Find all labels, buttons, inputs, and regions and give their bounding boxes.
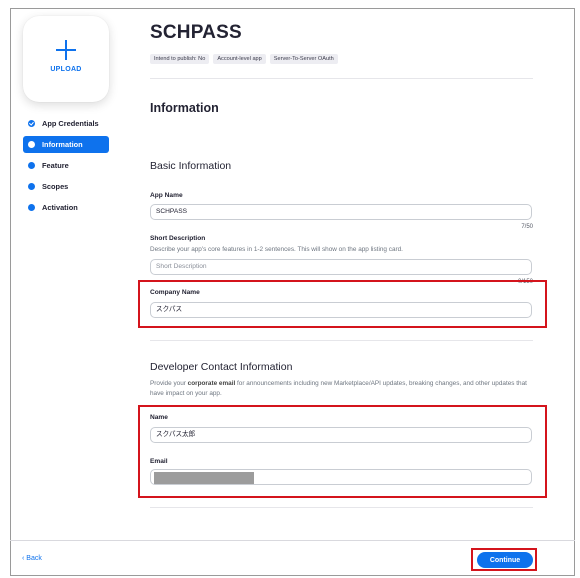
tag-publish: Intend to publish: No	[150, 54, 210, 64]
short-description-hint: Describe your app's core features in 1-2…	[150, 246, 403, 253]
header-divider	[150, 78, 533, 79]
circle-icon	[28, 162, 35, 169]
tag-account-level: Account-level app	[213, 54, 266, 64]
contact-email-label: Email	[150, 458, 168, 465]
chevron-left-icon: ‹	[22, 555, 25, 562]
plus-icon	[56, 39, 76, 60]
company-name-input[interactable]: スクパス	[150, 302, 532, 318]
app-frame: UPLOAD App Credentials Information Featu…	[10, 8, 575, 576]
circle-icon	[28, 141, 35, 148]
app-title: SCHPASS	[150, 22, 242, 43]
bottom-divider	[150, 507, 533, 508]
sidebar-item-label: Scopes	[42, 182, 69, 191]
contact-name-input[interactable]: スクパス太郎	[150, 427, 532, 443]
sidebar-nav: App Credentials Information Feature Scop…	[23, 115, 109, 220]
app-name-counter: 7/50	[521, 224, 533, 230]
tag-oauth-type: Server-To-Server OAuth	[269, 54, 338, 64]
app-tags: Intend to publish: No Account-level app …	[150, 54, 338, 64]
footer-divider	[10, 540, 575, 541]
basic-info-heading: Basic Information	[150, 160, 232, 172]
sidebar-item-information[interactable]: Information	[23, 136, 109, 153]
company-name-label: Company Name	[150, 289, 200, 296]
app-name-input[interactable]: SCHPASS	[150, 204, 532, 220]
sidebar-item-label: Activation	[42, 203, 78, 212]
back-button[interactable]: ‹ Back	[22, 555, 42, 562]
upload-tile[interactable]: UPLOAD	[23, 16, 109, 102]
developer-contact-heading: Developer Contact Information	[150, 361, 293, 373]
sidebar-item-app-credentials[interactable]: App Credentials	[23, 115, 109, 132]
sidebar-item-feature[interactable]: Feature	[23, 157, 109, 174]
app-name-label: App Name	[150, 192, 183, 199]
contact-name-label: Name	[150, 414, 168, 421]
short-description-input[interactable]: Short Description	[150, 259, 532, 275]
upload-label: UPLOAD	[50, 65, 82, 73]
short-description-counter: 0/150	[517, 279, 533, 285]
sidebar-item-label: Information	[42, 140, 83, 149]
sidebar-item-label: App Credentials	[42, 119, 99, 128]
sidebar-item-label: Feature	[42, 161, 69, 170]
circle-icon	[28, 204, 35, 211]
check-circle-icon	[28, 120, 35, 127]
sidebar-item-activation[interactable]: Activation	[23, 199, 109, 216]
sidebar-item-scopes[interactable]: Scopes	[23, 178, 109, 195]
contact-email-input[interactable]	[150, 469, 532, 485]
section-divider	[150, 340, 533, 341]
page-title: Information	[150, 101, 219, 115]
circle-icon	[28, 183, 35, 190]
short-description-label: Short Description	[150, 235, 206, 242]
redacted-email-block	[154, 472, 254, 484]
continue-button[interactable]: Continue	[477, 552, 533, 568]
developer-contact-hint: Provide your corporate email for announc…	[150, 380, 527, 397]
